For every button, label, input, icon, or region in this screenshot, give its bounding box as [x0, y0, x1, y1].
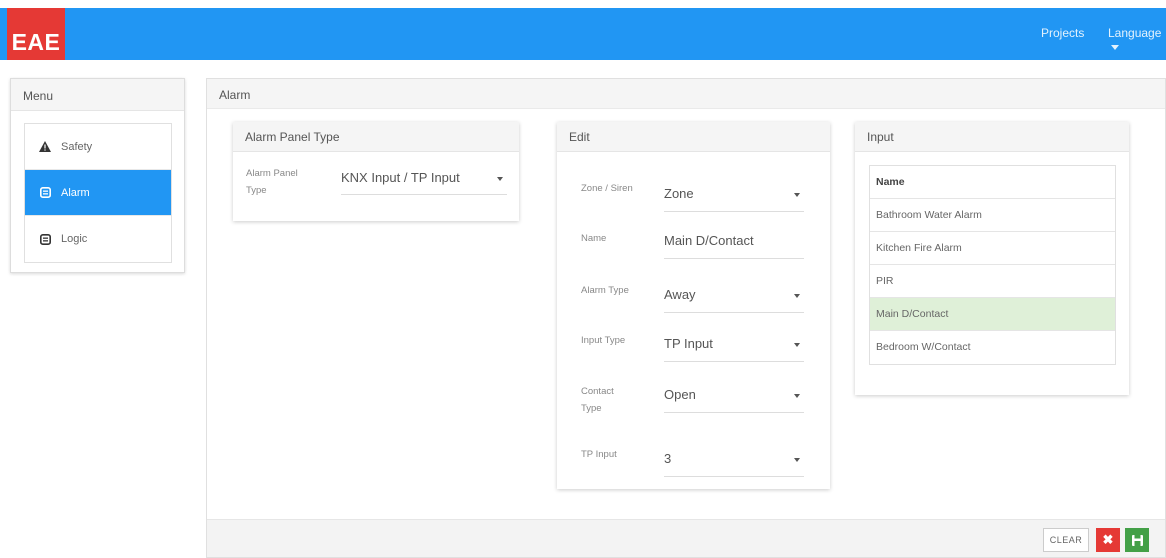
dropdown-arrow-icon	[497, 177, 503, 181]
alarm-panel-type-select[interactable]: KNX Input / TP Input	[341, 166, 507, 195]
input-type-value: TP Input	[664, 336, 713, 351]
contact-type-label: Contact Type	[581, 386, 614, 414]
contact-type-value: Open	[664, 387, 696, 402]
name-input[interactable]: Main D/Contact	[664, 229, 804, 259]
contact-type-select[interactable]: Open	[664, 383, 804, 413]
alarm-panel-type-value: KNX Input / TP Input	[341, 170, 460, 185]
alarm-type-label: Alarm Type	[581, 285, 629, 296]
alarm-panel-type-label: Alarm Panel Type	[246, 168, 298, 196]
dropdown-arrow-icon	[794, 394, 800, 398]
zone-siren-value: Zone	[664, 186, 694, 201]
dropdown-arrow-icon	[794, 294, 800, 298]
table-row[interactable]: Bedroom W/Contact	[870, 331, 1115, 364]
clear-button[interactable]: CLEAR	[1043, 528, 1089, 552]
zone-siren-label: Zone / Siren	[581, 183, 633, 194]
save-icon	[1131, 534, 1143, 546]
menu-item-label: Safety	[61, 140, 93, 153]
input-type-label: Input Type	[581, 335, 626, 346]
menu-item-safety[interactable]: Safety	[25, 124, 171, 170]
name-label: Name	[581, 233, 607, 244]
menu-item-label: Logic	[61, 233, 88, 245]
table-row-selected[interactable]: Main D/Contact	[870, 298, 1115, 331]
alarm-type-value: Away	[664, 287, 696, 302]
tp-input-label: TP Input	[581, 449, 617, 460]
menu-item-alarm[interactable]: Alarm	[25, 170, 171, 216]
caret-down-icon	[1111, 45, 1119, 51]
tp-input-select[interactable]: 3	[664, 447, 804, 477]
edit-card: Edit Zone / Siren Zone Name Main D/Conta…	[557, 122, 830, 489]
input-type-select[interactable]: TP Input	[664, 332, 804, 362]
dropdown-arrow-icon	[794, 458, 800, 462]
zone-siren-select[interactable]: Zone	[664, 182, 804, 212]
alarm-type-select[interactable]: Away	[664, 283, 804, 313]
nav-projects-link[interactable]: Projects	[1041, 26, 1084, 40]
menu-panel: Menu Safety Alarm Logic	[10, 78, 185, 273]
card-title: Input	[855, 122, 1129, 152]
nav-language-dropdown[interactable]: Language	[1108, 26, 1166, 54]
menu-list: Safety Alarm Logic	[24, 123, 172, 263]
dropdown-arrow-icon	[794, 193, 800, 197]
input-card: Input Name Bathroom Water Alarm Kitchen …	[855, 122, 1129, 395]
logic-icon	[39, 233, 51, 245]
eae-logo[interactable]: EAE	[7, 8, 65, 60]
name-value: Main D/Contact	[664, 233, 754, 248]
page-title: Alarm	[207, 79, 1165, 109]
nav-language-label: Language	[1108, 26, 1162, 40]
table-row[interactable]: Bathroom Water Alarm	[870, 199, 1115, 232]
warning-icon	[39, 141, 51, 153]
top-navbar: EAE Projects Language	[0, 8, 1166, 60]
card-title: Alarm Panel Type	[233, 122, 519, 152]
table-header-name: Name	[870, 166, 1115, 199]
menu-item-label: Alarm	[61, 186, 90, 199]
action-footer	[207, 519, 1165, 557]
menu-item-logic[interactable]: Logic	[25, 216, 171, 262]
input-table: Name Bathroom Water Alarm Kitchen Fire A…	[869, 165, 1116, 365]
table-row[interactable]: Kitchen Fire Alarm	[870, 232, 1115, 265]
alarm-icon	[39, 187, 51, 199]
tp-input-value: 3	[664, 451, 672, 466]
alarm-panel-type-card: Alarm Panel Type Alarm Panel Type KNX In…	[233, 122, 519, 221]
table-row[interactable]: PIR	[870, 265, 1115, 298]
menu-title: Menu	[11, 79, 184, 111]
dropdown-arrow-icon	[794, 343, 800, 347]
close-icon: ✖	[1102, 532, 1114, 547]
cancel-button[interactable]: ✖	[1096, 528, 1120, 552]
card-title: Edit	[557, 122, 830, 152]
save-button[interactable]	[1125, 528, 1149, 552]
